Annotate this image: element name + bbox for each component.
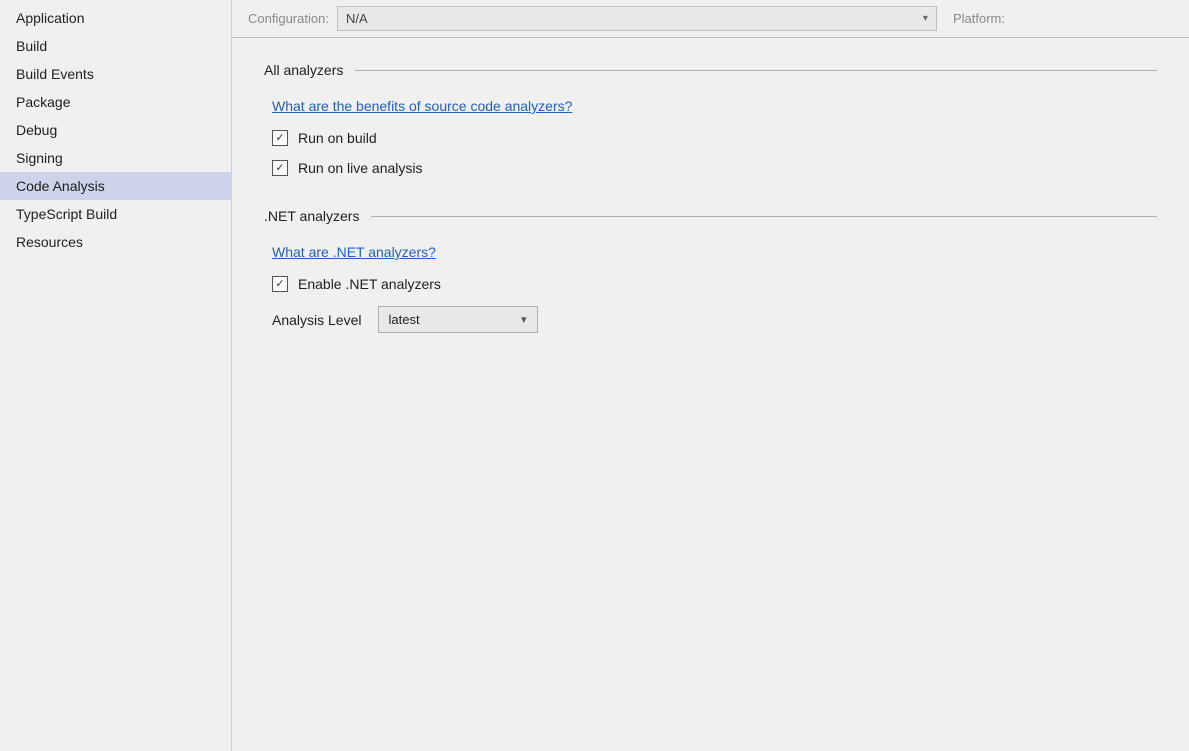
analysis-level-dropdown[interactable]: latest ▾ [378,306,538,333]
sidebar-item-build[interactable]: Build [0,32,231,60]
run-on-live-label: Run on live analysis [298,160,423,176]
configuration-dropdown[interactable]: N/A ▾ [337,6,937,31]
enable-net-row: ✓ Enable .NET analyzers [272,276,1157,292]
run-on-live-checkmark: ✓ [275,163,284,174]
sidebar-item-signing[interactable]: Signing [0,144,231,172]
enable-net-label: Enable .NET analyzers [298,276,441,292]
sidebar-item-resources[interactable]: Resources [0,228,231,256]
net-analyzers-header: .NET analyzers [264,208,1157,224]
sidebar-item-application[interactable]: Application [0,4,231,32]
sidebar-item-debug[interactable]: Debug [0,116,231,144]
analysis-level-label: Analysis Level [272,312,362,328]
analysis-level-arrow: ▾ [521,313,527,326]
enable-net-checkmark: ✓ [275,279,284,290]
run-on-build-row: ✓ Run on build [272,130,1157,146]
net-analyzers-divider [371,216,1157,217]
analysis-level-value: latest [389,312,420,327]
sidebar-item-package[interactable]: Package [0,88,231,116]
run-on-build-checkmark: ✓ [275,133,284,144]
sidebar: ApplicationBuildBuild EventsPackageDebug… [0,0,232,751]
enable-net-checkbox[interactable]: ✓ [272,276,288,292]
net-analyzers-link[interactable]: What are .NET analyzers? [272,244,1157,260]
net-analyzers-section: .NET analyzers What are .NET analyzers? … [264,208,1157,333]
all-analyzers-link[interactable]: What are the benefits of source code ana… [272,98,1157,114]
content-area: All analyzers What are the benefits of s… [232,38,1189,751]
all-analyzers-section: All analyzers What are the benefits of s… [264,62,1157,176]
net-analyzers-title: .NET analyzers [264,208,359,224]
platform-label: Platform: [953,11,1005,26]
configuration-label: Configuration: [248,11,329,26]
sidebar-item-build-events[interactable]: Build Events [0,60,231,88]
run-on-build-label: Run on build [298,130,377,146]
run-on-live-row: ✓ Run on live analysis [272,160,1157,176]
configuration-value: N/A [346,11,368,26]
configuration-dropdown-arrow: ▾ [923,13,928,24]
sidebar-item-code-analysis[interactable]: Code Analysis [0,172,231,200]
run-on-live-checkbox[interactable]: ✓ [272,160,288,176]
all-analyzers-header: All analyzers [264,62,1157,78]
all-analyzers-divider [355,70,1157,71]
run-on-build-checkbox[interactable]: ✓ [272,130,288,146]
sidebar-item-typescript-build[interactable]: TypeScript Build [0,200,231,228]
analysis-level-row: Analysis Level latest ▾ [272,306,1157,333]
header-bar: Configuration: N/A ▾ Platform: [232,0,1189,38]
all-analyzers-title: All analyzers [264,62,343,78]
main-panel: Configuration: N/A ▾ Platform: All analy… [232,0,1189,751]
